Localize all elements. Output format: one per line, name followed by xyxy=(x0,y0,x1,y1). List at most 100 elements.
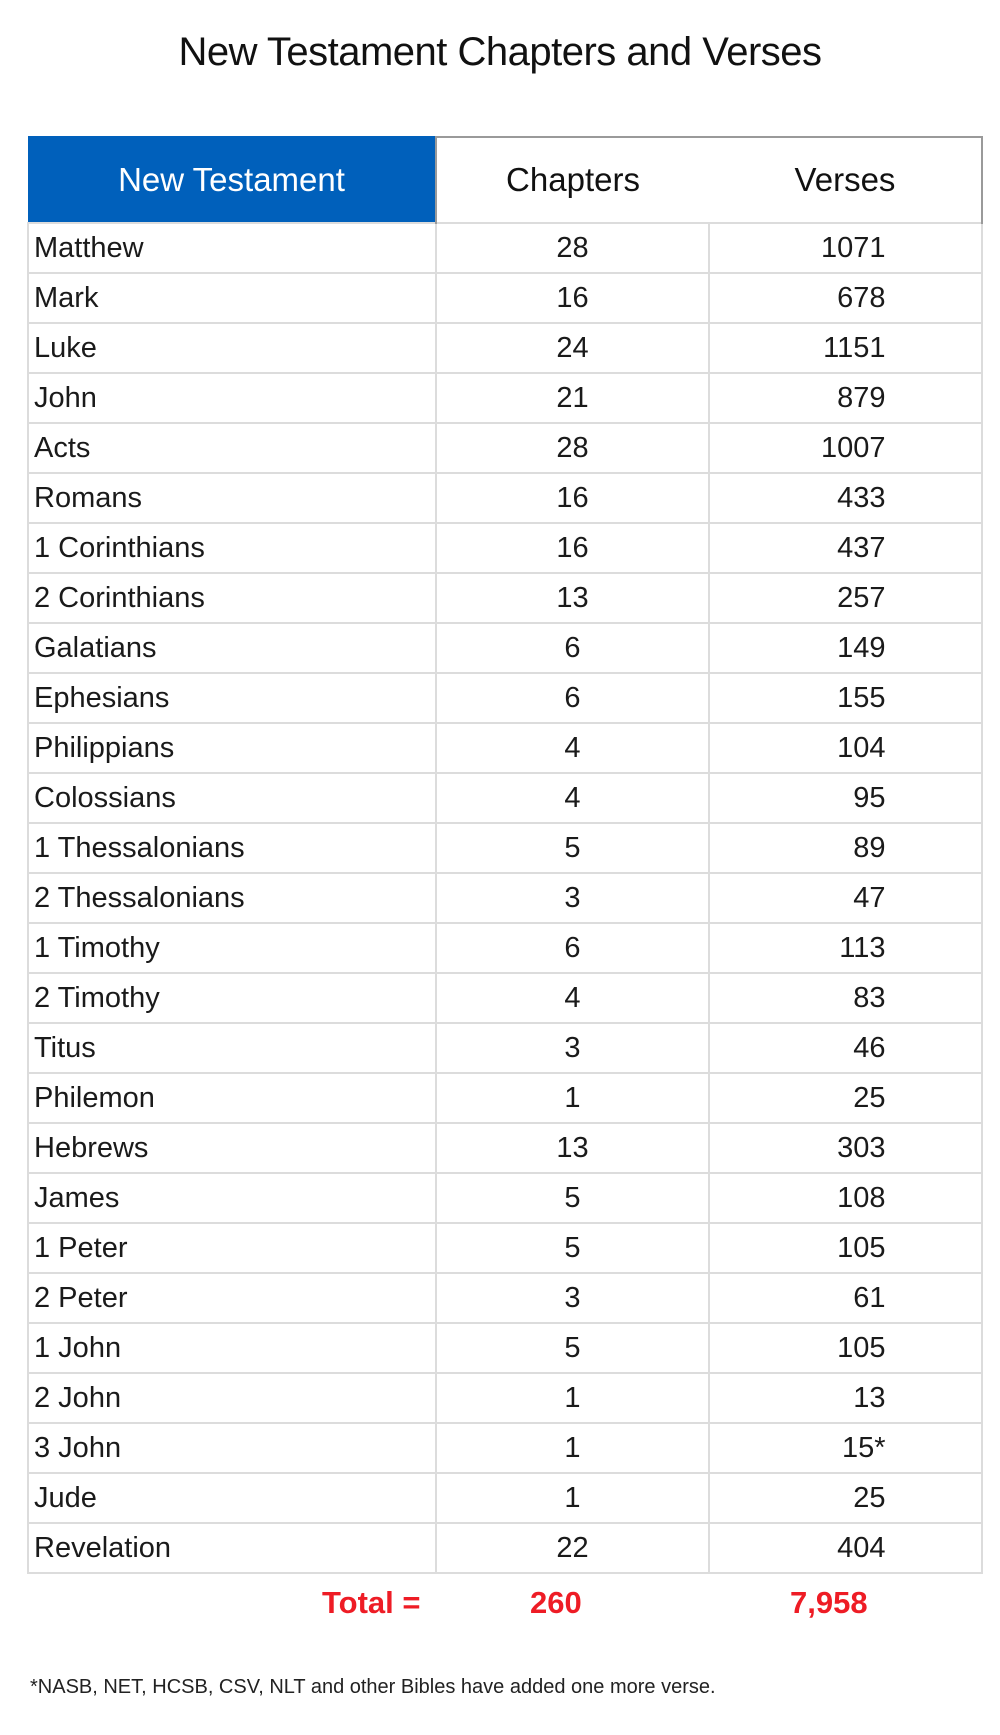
verses-cell: 437 xyxy=(708,522,983,574)
chapters-cell: 4 xyxy=(435,972,710,1024)
verses-cell: 257 xyxy=(708,572,983,624)
table-row: Revelation 22 404 xyxy=(27,1522,983,1574)
table-body: Matthew 28 1071 Mark 16 678 Luke 24 1151 John 21 87… xyxy=(27,222,983,1574)
book-name-cell: James xyxy=(27,1172,437,1224)
table-row: Hebrews 13 303 xyxy=(27,1122,983,1174)
book-name-cell: Hebrews xyxy=(27,1122,437,1174)
book-name-cell: Romans xyxy=(27,472,437,524)
verses-cell: 303 xyxy=(708,1122,983,1174)
chapters-cell: 4 xyxy=(435,772,710,824)
table-row: 2 John 1 13 xyxy=(27,1372,983,1424)
book-name-cell: Philippians xyxy=(27,722,437,774)
verses-value: 89 xyxy=(853,831,886,864)
verses-cell: 95 xyxy=(708,772,983,824)
verses-cell: 678 xyxy=(708,272,983,324)
verses-value: 437 xyxy=(837,531,886,564)
table-row: Jude 1 25 xyxy=(27,1472,983,1524)
verses-cell: 1007 xyxy=(708,422,983,474)
book-name-cell: Mark xyxy=(27,272,437,324)
chapters-cell: 5 xyxy=(435,1222,710,1274)
chapters-cell: 28 xyxy=(435,222,710,274)
table-row: 1 Thessalonians 5 89 xyxy=(27,822,983,874)
chapters-cell: 28 xyxy=(435,422,710,474)
book-name-cell: Colossians xyxy=(27,772,437,824)
verses-cell: 108 xyxy=(708,1172,983,1224)
chapters-cell: 13 xyxy=(435,572,710,624)
chapters-cell: 6 xyxy=(435,672,710,724)
verses-value: 1007 xyxy=(820,431,886,464)
book-name-cell: 2 John xyxy=(27,1372,437,1424)
header-verses: Verses xyxy=(709,136,983,224)
chapters-cell: 3 xyxy=(435,872,710,924)
total-verses: 7,958 xyxy=(790,1585,868,1620)
table-row: Romans 16 433 xyxy=(27,472,983,524)
chapters-cell: 16 xyxy=(435,522,710,574)
verses-value: 879 xyxy=(837,381,886,414)
chapters-cell: 1 xyxy=(435,1472,710,1524)
book-name-cell: 1 Timothy xyxy=(27,922,437,974)
chapters-cell: 13 xyxy=(435,1122,710,1174)
total-chapters: 260 xyxy=(530,1585,582,1620)
table-row: 1 Peter 5 105 xyxy=(27,1222,983,1274)
book-name-cell: 1 John xyxy=(27,1322,437,1374)
book-name-cell: Ephesians xyxy=(27,672,437,724)
verses-value: 25 xyxy=(853,1481,886,1514)
book-name-cell: 1 Corinthians xyxy=(27,522,437,574)
verses-value: 303 xyxy=(837,1131,886,1164)
verses-cell: 25 xyxy=(708,1472,983,1524)
chapters-cell: 6 xyxy=(435,622,710,674)
verses-cell: 879 xyxy=(708,372,983,424)
verses-value: 105 xyxy=(837,1331,886,1364)
verses-value: 61 xyxy=(853,1281,886,1314)
chapters-cell: 1 xyxy=(435,1072,710,1124)
table-row: Galatians 6 149 xyxy=(27,622,983,674)
verses-value: 257 xyxy=(837,581,886,614)
table-row: 1 Corinthians 16 437 xyxy=(27,522,983,574)
table-row: 2 Timothy 4 83 xyxy=(27,972,983,1024)
table-row: John 21 879 xyxy=(27,372,983,424)
book-name-cell: 1 Thessalonians xyxy=(27,822,437,874)
verses-value: 95 xyxy=(853,781,886,814)
book-name-cell: 2 Corinthians xyxy=(27,572,437,624)
verses-value: 404 xyxy=(837,1531,886,1564)
verses-value: 113 xyxy=(839,931,886,964)
table-row: 1 John 5 105 xyxy=(27,1322,983,1374)
verses-cell: 13 xyxy=(708,1372,983,1424)
verses-cell: 155 xyxy=(708,672,983,724)
table-row: Luke 24 1151 xyxy=(27,322,983,374)
table-row: Acts 28 1007 xyxy=(27,422,983,474)
header-chapters: Chapters xyxy=(436,136,709,224)
book-name-cell: 2 Peter xyxy=(27,1272,437,1324)
table-row: 2 Peter 3 61 xyxy=(27,1272,983,1324)
table-row: Colossians 4 95 xyxy=(27,772,983,824)
verses-value: 433 xyxy=(837,481,886,514)
book-name-cell: Titus xyxy=(27,1022,437,1074)
verses-cell: 25 xyxy=(708,1072,983,1124)
chapters-cell: 1 xyxy=(435,1422,710,1474)
chapters-cell: 24 xyxy=(435,322,710,374)
book-name-cell: Galatians xyxy=(27,622,437,674)
chapters-cell: 16 xyxy=(435,472,710,524)
book-name-cell: Matthew xyxy=(27,222,437,274)
verses-value: 1071 xyxy=(820,231,886,264)
chapters-cell: 16 xyxy=(435,272,710,324)
verses-value: 105 xyxy=(837,1231,886,1264)
chapters-cell: 5 xyxy=(435,1172,710,1224)
verses-value: 15* xyxy=(841,1431,886,1464)
verses-cell: 404 xyxy=(708,1522,983,1574)
book-name-cell: 2 Timothy xyxy=(27,972,437,1024)
table-row: 2 Corinthians 13 257 xyxy=(27,572,983,624)
page-title: New Testament Chapters and Verses xyxy=(178,30,822,74)
table-row: Philemon 1 25 xyxy=(27,1072,983,1124)
table-row: 1 Timothy 6 113 xyxy=(27,922,983,974)
verses-cell: 104 xyxy=(708,722,983,774)
verses-value: 46 xyxy=(853,1031,886,1064)
verses-cell: 89 xyxy=(708,822,983,874)
verses-value: 83 xyxy=(853,981,886,1014)
table-row: Philippians 4 104 xyxy=(27,722,983,774)
table-row: Mark 16 678 xyxy=(27,272,983,324)
verses-value: 47 xyxy=(853,881,886,914)
verses-cell: 113 xyxy=(708,922,983,974)
chapters-cell: 22 xyxy=(435,1522,710,1574)
chapters-cell: 5 xyxy=(435,1322,710,1374)
